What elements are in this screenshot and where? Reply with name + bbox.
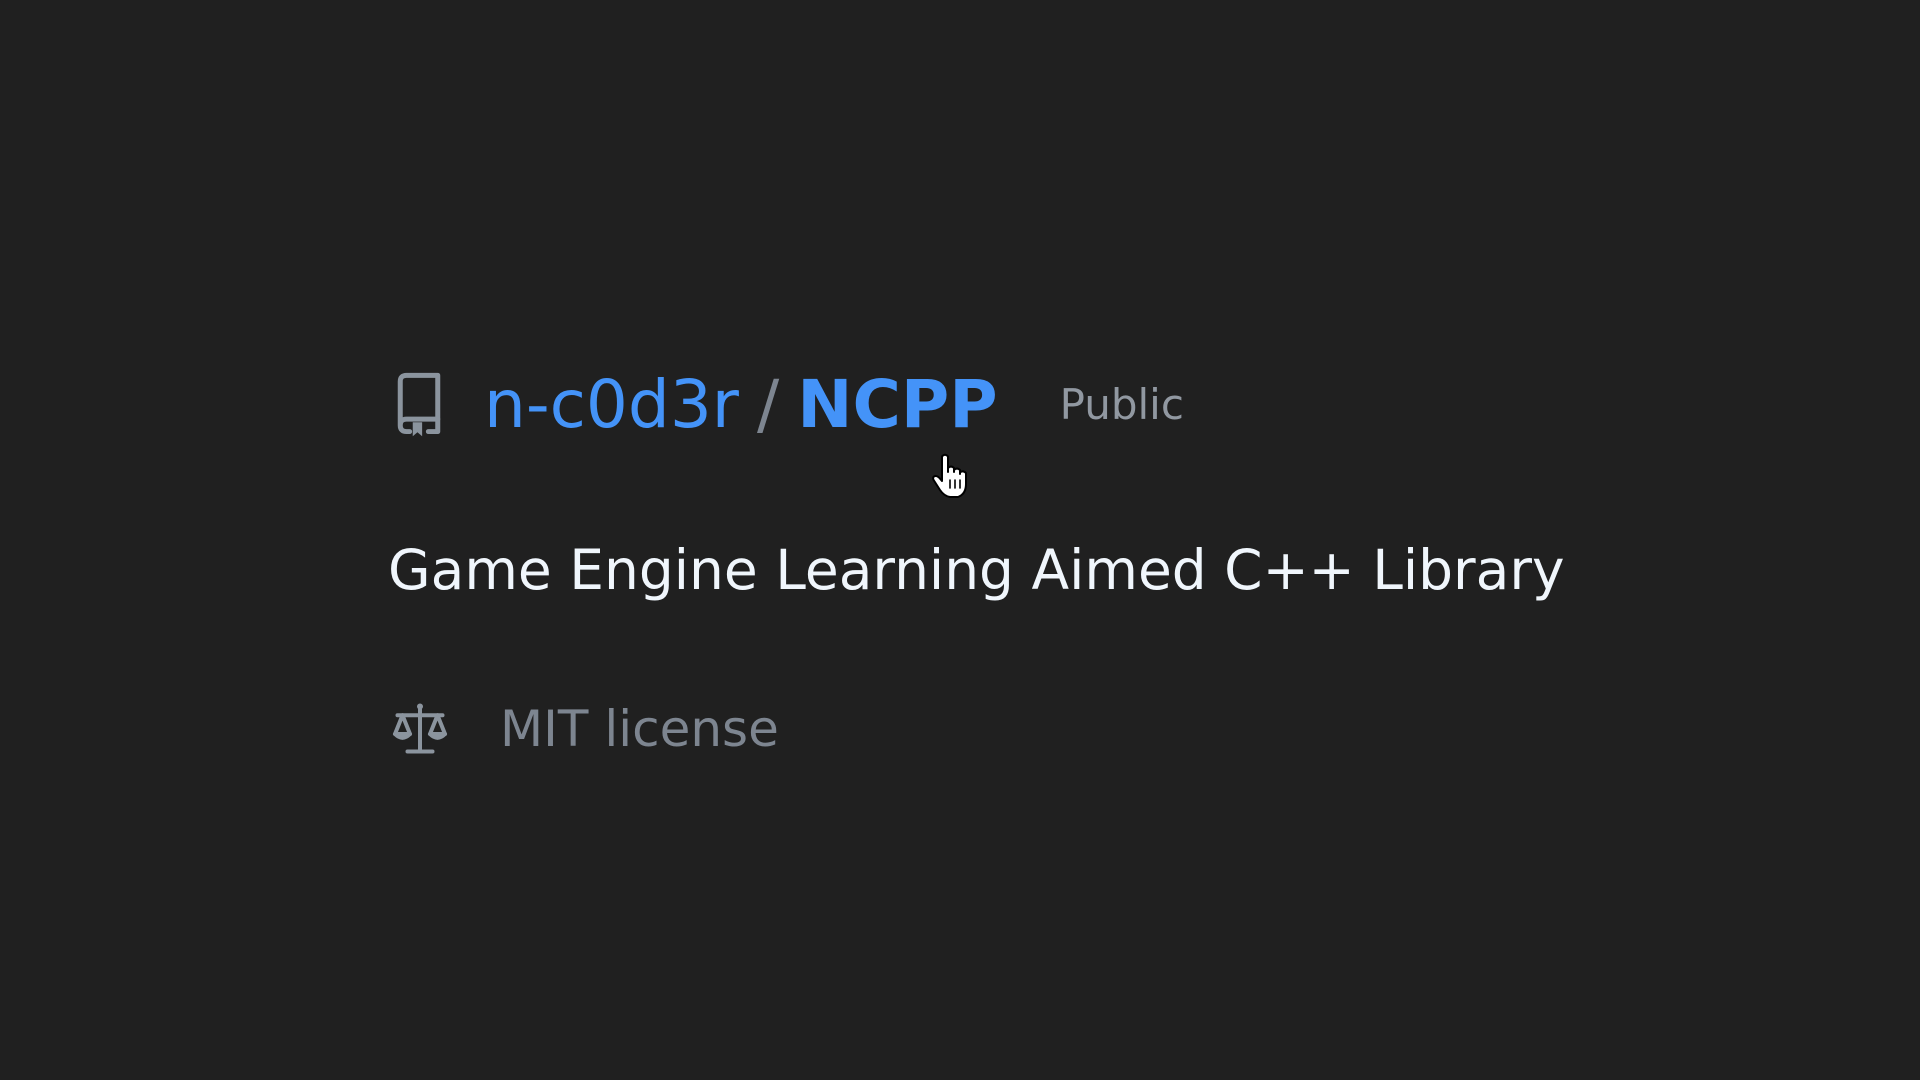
path-separator: / [756,366,780,443]
repo-icon [392,369,446,441]
repo-summary-card: n-c0d3r / NCPP Public Game Engine Learni… [0,0,1920,1080]
law-icon [388,697,452,761]
repo-header: n-c0d3r / NCPP Public [392,360,1184,450]
license-link[interactable]: MIT license [500,704,779,754]
hand-pointer-icon [930,452,974,500]
visibility-label: Public [1059,380,1184,429]
repo-owner-link[interactable]: n-c0d3r [484,372,739,438]
license-row: MIT license [388,694,779,764]
repo-description: Game Engine Learning Aimed C++ Library [388,538,1565,602]
repo-name-link[interactable]: NCPP [797,372,997,438]
